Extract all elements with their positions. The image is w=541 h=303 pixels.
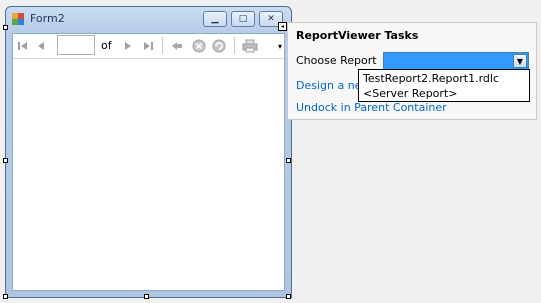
chevron-down-icon: ▼ (516, 56, 524, 66)
toolbar-separator (162, 37, 163, 54)
choose-report-combobox[interactable]: ▼ (383, 52, 529, 70)
first-page-icon[interactable] (15, 38, 31, 54)
report-toolbar: of ▾ (13, 34, 284, 59)
last-page-icon[interactable] (140, 38, 156, 54)
selection-handle[interactable] (286, 294, 291, 299)
page-number-input[interactable] (57, 35, 95, 55)
back-icon[interactable] (169, 38, 185, 54)
selection-handle[interactable] (3, 158, 8, 163)
stop-icon[interactable] (191, 38, 207, 54)
minimize-icon: ▁ (211, 14, 219, 24)
dropdown-option[interactable]: TestReport2.Report1.rdlc (363, 72, 499, 85)
minimize-button[interactable]: ▁ (203, 11, 227, 27)
maximize-icon: □ (238, 14, 248, 24)
undock-link[interactable]: Undock in Parent Container (296, 101, 447, 114)
toolbar-overflow-icon[interactable]: ▾ (275, 38, 285, 54)
report-viewer[interactable]: of ▾ (12, 33, 285, 291)
window-title: Form2 (30, 12, 65, 25)
form-icon (12, 13, 24, 25)
selection-handle[interactable] (3, 294, 8, 299)
form-window[interactable]: Form2 ▁ □ ✕ of ▾ (5, 6, 292, 298)
of-label: of (101, 39, 112, 52)
selection-handle[interactable] (144, 294, 149, 299)
choose-report-label: Choose Report (296, 54, 377, 67)
combobox-dropdown-button[interactable]: ▼ (513, 54, 527, 68)
toolbar-separator (234, 37, 235, 54)
previous-page-icon[interactable] (33, 38, 49, 54)
maximize-button[interactable]: □ (231, 11, 255, 27)
next-page-icon[interactable] (120, 38, 136, 54)
smart-tag-glyph[interactable]: ◂ (278, 22, 287, 31)
close-icon: ✕ (267, 14, 275, 24)
selection-handle[interactable] (286, 158, 291, 163)
report-dropdown-list[interactable]: TestReport2.Report1.rdlc <Server Report> (358, 69, 530, 102)
print-icon[interactable] (242, 38, 258, 54)
tasks-title: ReportViewer Tasks (296, 29, 419, 42)
refresh-icon[interactable] (211, 38, 227, 54)
selection-handle[interactable] (3, 25, 8, 30)
dropdown-option[interactable]: <Server Report> (363, 87, 457, 100)
